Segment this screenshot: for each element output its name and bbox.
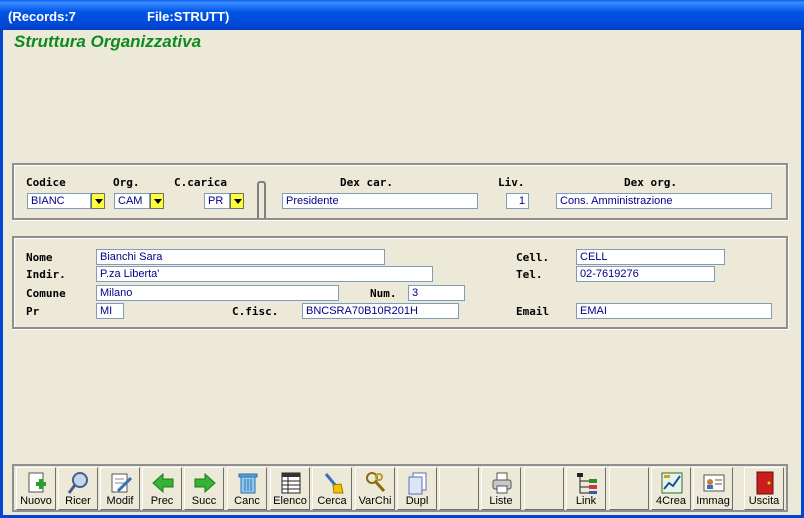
comune-label: Comune <box>26 287 66 300</box>
toolbar-button-cerca[interactable]: Cerca <box>312 467 352 510</box>
codice-dropdown-button[interactable] <box>91 193 105 209</box>
dexcar-label: Dex car. <box>340 176 393 189</box>
toolbar-button-label: Cerca <box>317 495 347 507</box>
toolbar-button-label: Modif <box>106 495 134 507</box>
toolbar-button-label: Elenco <box>273 495 307 507</box>
toolbar-button-label: Immag <box>696 495 730 507</box>
indir-label: Indir. <box>26 268 66 281</box>
toolbar-button-varchi[interactable]: VarChi <box>355 467 395 510</box>
tel-field[interactable]: 02-7619276 <box>576 266 715 282</box>
toolbar-button-elenco[interactable]: Elenco <box>270 467 310 510</box>
org-field[interactable]: CAM <box>114 193 150 209</box>
toolbar-button-dupl[interactable]: Dupl <box>397 467 437 510</box>
num-label: Num. <box>370 287 397 300</box>
toolbar-button-label: Succ <box>191 495 217 507</box>
toolbar-button-immag[interactable]: Immag <box>693 467 733 510</box>
toolbar-button-empty[interactable] <box>609 467 649 510</box>
title-bar: (Records:7 File:STRUTT) <box>0 0 804 30</box>
toolbar-button-nuovo[interactable]: Nuovo <box>16 467 56 510</box>
toolbar-button-canc[interactable]: Canc <box>227 467 267 510</box>
toolbar-button-label: Nuovo <box>20 495 52 507</box>
org-dropdown-button[interactable] <box>150 193 164 209</box>
ccarica-dropdown-button[interactable] <box>230 193 244 209</box>
indir-field[interactable]: P.za Liberta' <box>96 266 433 282</box>
num-field[interactable]: 3 <box>408 285 465 301</box>
nome-field[interactable]: Bianchi Sara <box>96 249 385 265</box>
toolbar-button-empty[interactable] <box>524 467 564 510</box>
toolbar-button-modif[interactable]: Modif <box>100 467 140 510</box>
liv-label: Liv. <box>498 176 525 189</box>
records-count: (Records:7 <box>8 9 76 24</box>
toolbar-button-uscita[interactable]: Uscita <box>744 467 784 510</box>
toolbar-button-label: 4Crea <box>656 495 686 507</box>
toolbar-button-liste[interactable]: Liste <box>481 467 521 510</box>
toolbar-button-label: VarChi <box>358 495 392 507</box>
ccarica-label: C.carica <box>174 176 227 189</box>
ccarica-field[interactable]: PR <box>204 193 230 209</box>
toolbar-button-label: Uscita <box>748 495 780 507</box>
group-separator <box>257 181 266 218</box>
liv-field[interactable]: 1 <box>506 193 529 209</box>
form-title: Struttura Organizzativa <box>14 32 202 51</box>
dexorg-label: Dex org. <box>624 176 677 189</box>
email-label: Email <box>516 305 550 318</box>
dexcar-field[interactable]: Presidente <box>282 193 478 209</box>
toolbar-button-prec[interactable]: Prec <box>142 467 182 510</box>
toolbar-button-link[interactable]: Link <box>566 467 606 510</box>
toolbar-button-label: Dupl <box>405 495 429 507</box>
toolbar-button-label: Prec <box>150 495 174 507</box>
cfisc-label: C.fisc. <box>232 305 279 318</box>
toolbar-button-label: Link <box>575 495 597 507</box>
pr-label: Pr <box>26 305 40 318</box>
dexorg-field[interactable]: Cons. Amministrazione <box>556 193 772 209</box>
carica-panel <box>12 163 788 220</box>
toolbar-button-label: Canc <box>234 495 260 507</box>
tel-label: Tel. <box>516 268 543 281</box>
codice-label: Codice <box>26 176 66 189</box>
cfisc-field[interactable]: BNCSRA70B10R201H <box>302 303 459 319</box>
cell-label: Cell. <box>516 251 550 264</box>
cell-field[interactable]: CELL <box>576 249 725 265</box>
toolbar-button-label: Liste <box>489 495 513 507</box>
org-label: Org. <box>113 176 140 189</box>
comune-field[interactable]: Milano <box>96 285 339 301</box>
email-field[interactable]: EMAI <box>576 303 772 319</box>
nome-label: Nome <box>26 251 53 264</box>
codice-field[interactable]: BIANC <box>27 193 91 209</box>
file-name: File:STRUTT) <box>147 9 230 24</box>
toolbar-button-ricer[interactable]: Ricer <box>58 467 98 510</box>
pr-field[interactable]: MI <box>96 303 124 319</box>
toolbar-button-label: Ricer <box>65 495 91 507</box>
toolbar-button-4crea[interactable]: 4Crea <box>651 467 691 510</box>
toolbar-button-empty[interactable] <box>439 467 479 510</box>
toolbar-button-succ[interactable]: Succ <box>184 467 224 510</box>
